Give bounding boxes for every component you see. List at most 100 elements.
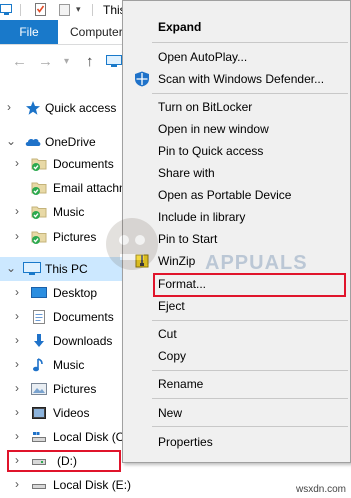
menu-item-label: Expand — [158, 20, 202, 34]
nav-label: Music — [53, 205, 85, 219]
nav-label: Local Disk (C: — [53, 430, 128, 444]
nav-label: Desktop — [53, 286, 98, 300]
menu-separator — [152, 320, 348, 321]
nav-label: Downloads — [53, 334, 113, 348]
computer-icon — [0, 3, 13, 16]
nav-label: Videos — [53, 406, 90, 420]
menu-item-label: Share with — [158, 166, 215, 180]
menu-item-label: Copy — [158, 349, 187, 363]
chevron-right-icon[interactable]: › — [15, 429, 19, 443]
documents-icon — [31, 309, 47, 325]
download-icon — [31, 333, 47, 349]
chevron-down-icon[interactable]: ⌄ — [6, 261, 16, 275]
menu-item-label: New — [158, 406, 183, 420]
menu-item-pin-to-start[interactable]: Pin to Start — [123, 228, 350, 250]
context-menu: Expand Open AutoPlay... Scan with Window… — [122, 0, 351, 463]
menu-item-cut[interactable]: Cut — [123, 323, 350, 345]
computer-icon — [106, 53, 122, 69]
folder-synced-icon — [31, 156, 47, 172]
nav-label: Documents — [53, 157, 114, 171]
menu-item-label: Open as Portable Device — [158, 188, 292, 202]
chevron-right-icon[interactable]: › — [15, 309, 19, 323]
forward-arrow-icon[interactable]: → — [38, 53, 53, 71]
menu-item-rename[interactable]: Rename — [123, 373, 350, 395]
disk-icon — [31, 477, 47, 493]
menu-separator — [152, 426, 348, 427]
menu-item-label: Open AutoPlay... — [158, 50, 248, 64]
menu-item-scan-defender[interactable]: Scan with Windows Defender... — [123, 68, 350, 90]
menu-item-eject[interactable]: Eject — [123, 295, 350, 317]
nav-label: Quick access — [45, 101, 117, 115]
chevron-down-icon[interactable]: ⌄ — [6, 134, 16, 148]
nav-label: Pictures — [53, 382, 97, 396]
back-arrow-icon[interactable]: ← — [12, 53, 27, 71]
menu-item-new[interactable]: New — [123, 402, 350, 424]
videos-icon — [31, 405, 47, 421]
nav-label: Email attachm — [53, 181, 130, 195]
nav-label: Local Disk (E:) — [53, 478, 132, 492]
tab-file[interactable]: File — [0, 20, 58, 44]
footer-url: wsxdn.com — [296, 484, 347, 495]
menu-item-copy[interactable]: Copy — [123, 345, 350, 367]
menu-separator — [152, 42, 348, 43]
menu-item-pin-quick-access[interactable]: Pin to Quick access — [123, 140, 350, 162]
nav-label: Pictures — [53, 230, 97, 244]
menu-item-label: Pin to Start — [158, 232, 218, 246]
winzip-icon — [134, 253, 150, 269]
folder-synced-icon — [31, 204, 47, 220]
menu-item-expand[interactable]: Expand — [123, 16, 350, 38]
divider — [20, 4, 21, 16]
pictures-icon — [31, 381, 47, 397]
menu-item-open-autoplay[interactable]: Open AutoPlay... — [123, 46, 350, 68]
menu-item-label: Properties — [158, 435, 213, 449]
star-icon — [25, 100, 41, 116]
defender-shield-icon — [134, 71, 150, 87]
folder-synced-icon — [31, 180, 47, 196]
chevron-right-icon[interactable]: › — [15, 229, 19, 243]
menu-item-label: Scan with Windows Defender... — [158, 72, 325, 86]
disk-icon — [31, 429, 47, 445]
chevron-right-icon[interactable]: › — [15, 204, 19, 218]
chevron-right-icon[interactable]: › — [15, 381, 19, 395]
menu-item-label: Open in new window — [158, 122, 269, 136]
menu-item-label: Pin to Quick access — [158, 144, 264, 158]
menu-item-label: Eject — [158, 299, 185, 313]
properties-icon[interactable] — [34, 3, 47, 16]
watermark-text: APPUALS — [205, 252, 308, 274]
menu-item-label: WinZip — [158, 254, 196, 268]
menu-item-include-in-library[interactable]: Include in library — [123, 206, 350, 228]
chevron-right-icon[interactable]: › — [15, 333, 19, 347]
nav-label: Music — [53, 358, 85, 372]
menu-item-open-portable-device[interactable]: Open as Portable Device — [123, 184, 350, 206]
menu-item-label: Rename — [158, 377, 204, 391]
menu-item-share-with[interactable]: Share with — [123, 162, 350, 184]
menu-item-turn-on-bitlocker[interactable]: Turn on BitLocker — [123, 96, 350, 118]
nav-label: OneDrive — [45, 135, 96, 149]
chevron-right-icon[interactable]: › — [15, 156, 19, 170]
tab-computer[interactable]: Computer — [70, 20, 123, 44]
menu-item-properties[interactable]: Properties — [123, 431, 350, 453]
nav-label: This PC — [45, 262, 88, 276]
menu-item-open-new-window[interactable]: Open in new window — [123, 118, 350, 140]
menu-separator — [152, 93, 348, 94]
chevron-down-icon[interactable]: ▾ — [76, 3, 89, 16]
menu-separator — [152, 370, 348, 371]
recent-chevron-icon[interactable]: ▾ — [64, 53, 69, 71]
chevron-right-icon[interactable]: › — [15, 477, 19, 491]
folder-synced-icon — [31, 229, 47, 245]
chevron-right-icon[interactable]: › — [15, 357, 19, 371]
nav-item-local-disk-e[interactable]: › Local Disk (E:) — [0, 473, 155, 497]
menu-item-label: Turn on BitLocker — [158, 100, 253, 114]
new-folder-icon[interactable] — [58, 3, 71, 16]
up-arrow-icon[interactable]: ↑ — [86, 53, 94, 71]
nav-label: Documents — [53, 310, 114, 324]
chevron-right-icon[interactable]: › — [15, 405, 19, 419]
cloud-icon — [24, 134, 41, 150]
chevron-right-icon[interactable]: › — [15, 285, 19, 299]
menu-item-label: Include in library — [158, 210, 246, 224]
highlight-box-format — [153, 273, 346, 297]
desktop-icon — [31, 285, 47, 301]
menu-separator — [152, 398, 348, 399]
music-icon — [31, 357, 47, 373]
chevron-right-icon[interactable]: › — [7, 100, 11, 114]
